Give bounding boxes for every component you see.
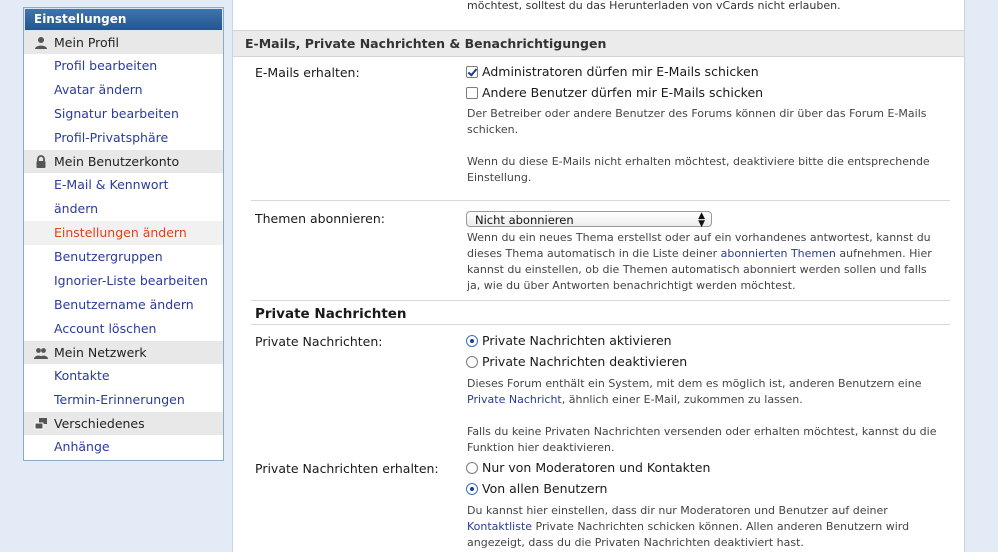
sidebar-header: Einstellungen bbox=[24, 8, 223, 31]
pn-mods-label: Nur von Moderatoren und Kontakten bbox=[482, 460, 711, 475]
sidebar-group-mein-profil: Mein Profil bbox=[24, 31, 223, 54]
pn-deactivate-radio[interactable] bbox=[466, 356, 478, 368]
sidebar-item-signatur-bearbeiten[interactable]: Signatur bearbeiten bbox=[24, 102, 223, 126]
settings-sidebar: Einstellungen Mein Profil Profil bearbei… bbox=[23, 7, 224, 461]
sidebar-item-profil-bearbeiten[interactable]: Profil bearbeiten bbox=[24, 54, 223, 78]
sidebar-item-profil-privatsphaere[interactable]: Profil-Privatsphäre bbox=[24, 126, 223, 150]
divider bbox=[251, 324, 950, 325]
themen-desc-text: aufnehmen. Hier bbox=[835, 247, 932, 260]
settings-content: möchtest, solltest du das Herunterladen … bbox=[232, 0, 965, 552]
emails-desc-line: Einstellung. bbox=[467, 171, 532, 184]
pn-receive-label: Private Nachrichten erhalten: bbox=[255, 461, 439, 476]
pn-receive-desc-line: Kontaktliste Private Nachrichten schicke… bbox=[467, 519, 942, 535]
themen-description: Wenn du ein neues Thema erstellst oder a… bbox=[467, 230, 942, 294]
misc-icon bbox=[34, 418, 47, 430]
sidebar-group-mein-benutzerkonto: Mein Benutzerkonto bbox=[24, 150, 223, 173]
intro-text: möchtest, solltest du das Herunterladen … bbox=[467, 0, 841, 12]
themen-desc-text: dieses Thema automatisch in die Liste de… bbox=[467, 247, 721, 260]
sidebar-group-label: Mein Netzwerk bbox=[54, 345, 147, 360]
abonnierte-themen-link[interactable]: abonnierten Themen bbox=[721, 247, 836, 260]
sidebar-item-benutzername-aendern[interactable]: Benutzername ändern bbox=[24, 293, 223, 317]
users-email-checkbox[interactable] bbox=[466, 87, 478, 99]
themen-desc-line: ja, wie du über Antworten benachrichtigt… bbox=[467, 279, 796, 292]
pn-desc-line: Dieses Forum enthält ein System, mit dem… bbox=[467, 377, 922, 390]
pn-description: Dieses Forum enthält ein System, mit dem… bbox=[467, 376, 942, 408]
sidebar-group-mein-netzwerk: Mein Netzwerk bbox=[24, 341, 223, 364]
pn-receive-desc-line: angezeigt, dass du die Privaten Nachrich… bbox=[467, 536, 804, 549]
pn-desc-line: Funktion hier deaktivieren. bbox=[467, 441, 615, 454]
themen-desc-line: dieses Thema automatisch in die Liste de… bbox=[467, 246, 942, 262]
pn-desc-line: Private Nachricht, ähnlich einer E-Mail,… bbox=[467, 392, 942, 408]
emails-desc-line: schicken. bbox=[467, 123, 519, 136]
divider bbox=[251, 200, 950, 201]
sidebar-item-kontakte[interactable]: Kontakte bbox=[24, 364, 223, 388]
user-icon bbox=[35, 37, 47, 49]
pn-deactivate-option[interactable]: Private Nachrichten deaktivieren bbox=[466, 353, 687, 371]
sidebar-group-label: Mein Profil bbox=[54, 35, 120, 50]
sidebar-item-termin-erinnerungen[interactable]: Termin-Erinnerungen bbox=[24, 388, 223, 412]
themen-desc-line: kannst du einstellen, ob die Themen auto… bbox=[467, 263, 927, 276]
sidebar-item-account-loeschen[interactable]: Account löschen bbox=[24, 317, 223, 341]
pn-mods-option[interactable]: Nur von Moderatoren und Kontakten bbox=[466, 459, 710, 477]
kontaktliste-link[interactable]: Kontaktliste bbox=[467, 520, 532, 533]
pn-activate-label: Private Nachrichten aktivieren bbox=[482, 333, 672, 348]
select-arrows-icon: ▲ ▼ bbox=[698, 211, 705, 229]
users-email-option[interactable]: Andere Benutzer dürfen mir E-Mails schic… bbox=[466, 84, 763, 102]
pn-activate-option[interactable]: Private Nachrichten aktivieren bbox=[466, 332, 672, 350]
private-nachricht-link[interactable]: Private Nachricht bbox=[467, 393, 562, 406]
themen-select-value: Nicht abonnieren bbox=[475, 213, 574, 227]
sidebar-item-benutzergruppen[interactable]: Benutzergruppen bbox=[24, 245, 223, 269]
sidebar-item-email-kennwort-aendern[interactable]: ändern bbox=[24, 197, 223, 221]
sidebar-item-anhaenge[interactable]: Anhänge bbox=[24, 435, 223, 460]
sidebar-group-label: Verschiedenes bbox=[54, 416, 145, 431]
emails-label: E-Mails erhalten: bbox=[255, 65, 360, 80]
pn-activate-radio[interactable] bbox=[466, 335, 478, 347]
pn-all-option[interactable]: Von allen Benutzern bbox=[466, 480, 607, 498]
sidebar-item-email-kennwort[interactable]: E-Mail & Kennwort bbox=[24, 173, 223, 197]
emails-description-2: Wenn du diese E-Mails nicht erhalten möc… bbox=[467, 154, 942, 186]
pn-deactivate-label: Private Nachrichten deaktivieren bbox=[482, 354, 688, 369]
sidebar-group-verschiedenes: Verschiedenes bbox=[24, 412, 223, 435]
pn-receive-desc-line: Du kannst hier einstellen, dass dir nur … bbox=[467, 504, 888, 517]
themen-label: Themen abonnieren: bbox=[255, 211, 385, 226]
pn-heading: Private Nachrichten bbox=[255, 306, 407, 322]
section-header: E-Mails, Private Nachrichten & Benachric… bbox=[233, 30, 964, 57]
admin-email-label: Administratoren dürfen mir E-Mails schic… bbox=[482, 64, 759, 79]
themen-select[interactable]: Nicht abonnieren ▲ ▼ bbox=[466, 211, 712, 229]
pn-all-radio[interactable] bbox=[466, 483, 478, 495]
sidebar-item-ignorier-liste[interactable]: Ignorier-Liste bearbeiten bbox=[24, 269, 223, 293]
themen-desc-line: Wenn du ein neues Thema erstellst oder a… bbox=[467, 231, 931, 244]
divider bbox=[251, 300, 950, 301]
pn-label: Private Nachrichten: bbox=[255, 334, 383, 349]
pn-all-label: Von allen Benutzern bbox=[482, 481, 608, 496]
sidebar-item-avatar-aendern[interactable]: Avatar ändern bbox=[24, 78, 223, 102]
section-title: E-Mails, Private Nachrichten & Benachric… bbox=[245, 36, 607, 51]
emails-desc-line: Wenn du diese E-Mails nicht erhalten möc… bbox=[467, 155, 930, 168]
emails-description: Der Betreiber oder andere Benutzer des F… bbox=[467, 106, 942, 138]
users-icon bbox=[34, 348, 48, 359]
pn-mods-radio[interactable] bbox=[466, 462, 478, 474]
lock-icon bbox=[36, 155, 46, 168]
pn-desc-line: Falls du keine Privaten Nachrichten vers… bbox=[467, 425, 937, 438]
admin-email-option[interactable]: Administratoren dürfen mir E-Mails schic… bbox=[466, 63, 759, 81]
pn-description-2: Falls du keine Privaten Nachrichten vers… bbox=[467, 424, 942, 456]
sidebar-group-label: Mein Benutzerkonto bbox=[54, 154, 180, 169]
users-email-label: Andere Benutzer dürfen mir E-Mails schic… bbox=[482, 85, 764, 100]
sidebar-item-einstellungen-aendern[interactable]: Einstellungen ändern bbox=[24, 221, 223, 245]
admin-email-checkbox[interactable] bbox=[466, 66, 478, 78]
pn-desc-text: , ähnlich einer E-Mail, zukommen zu lass… bbox=[561, 393, 803, 406]
pn-receive-desc-text: Private Nachrichten schicken können. All… bbox=[532, 520, 910, 533]
pn-receive-description: Du kannst hier einstellen, dass dir nur … bbox=[467, 503, 942, 551]
emails-desc-line: Der Betreiber oder andere Benutzer des F… bbox=[467, 107, 927, 120]
